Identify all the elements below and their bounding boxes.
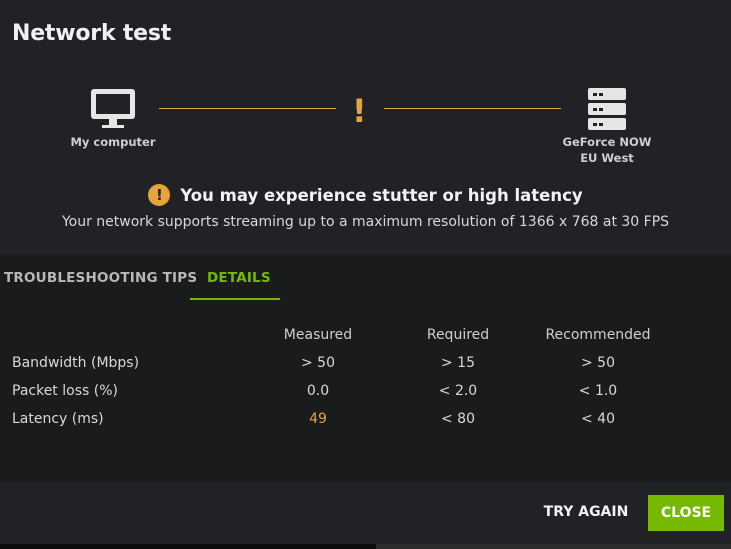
active-tab-indicator: [190, 298, 280, 300]
warning-title: You may experience stutter or high laten…: [180, 185, 583, 205]
header-required: Required: [426, 327, 490, 343]
row-required: < 2.0: [438, 383, 478, 399]
try-again-button[interactable]: TRY AGAIN: [540, 498, 632, 526]
dialog-footer: TRY AGAIN CLOSE: [0, 482, 731, 544]
connection-warning-icon: !: [352, 92, 367, 130]
row-required: < 80: [441, 411, 475, 427]
tab-troubleshooting-tips[interactable]: TROUBLESHOOTING TIPS: [4, 270, 197, 286]
bottom-edge-shadow: [0, 544, 376, 549]
row-label: Latency (ms): [12, 411, 104, 427]
endpoint-label-left: My computer: [70, 135, 156, 149]
row-recommended: < 40: [581, 411, 615, 427]
warning-icon: !: [148, 184, 171, 206]
header-recommended: Recommended: [545, 327, 651, 343]
tab-details[interactable]: DETAILS: [207, 270, 271, 286]
row-label: Packet loss (%): [12, 383, 118, 399]
row-recommended: < 1.0: [578, 383, 618, 399]
warning-subtitle: Your network supports streaming up to a …: [61, 214, 670, 230]
endpoint-label-right-line1: GeForce NOW: [562, 135, 652, 149]
row-label: Bandwidth (Mbps): [12, 355, 140, 371]
connection-line-left: [159, 108, 336, 109]
details-panel: TROUBLESHOOTING TIPS DETAILS Measured Re…: [0, 255, 731, 482]
row-measured-warning: 49: [309, 411, 327, 427]
endpoint-label-right-line2: EU West: [580, 151, 634, 165]
row-recommended: > 50: [581, 355, 615, 371]
endpoint-server: GeForce NOW EU West: [552, 88, 662, 166]
server-icon: [588, 88, 626, 130]
header-measured: Measured: [283, 327, 353, 343]
connection-line-right: [384, 108, 561, 109]
close-button[interactable]: CLOSE: [648, 495, 724, 531]
row-measured: > 50: [301, 355, 335, 371]
endpoint-my-computer: My computer: [63, 88, 163, 150]
row-measured: 0.0: [306, 383, 330, 399]
warning-banner: ! You may experience stutter or high lat…: [0, 184, 731, 206]
row-required: > 15: [441, 355, 475, 371]
monitor-icon: [91, 89, 135, 128]
dialog-title: Network test: [12, 21, 172, 46]
dialog-header-panel: Network test My computer ! GeForce NOW E…: [0, 0, 731, 255]
